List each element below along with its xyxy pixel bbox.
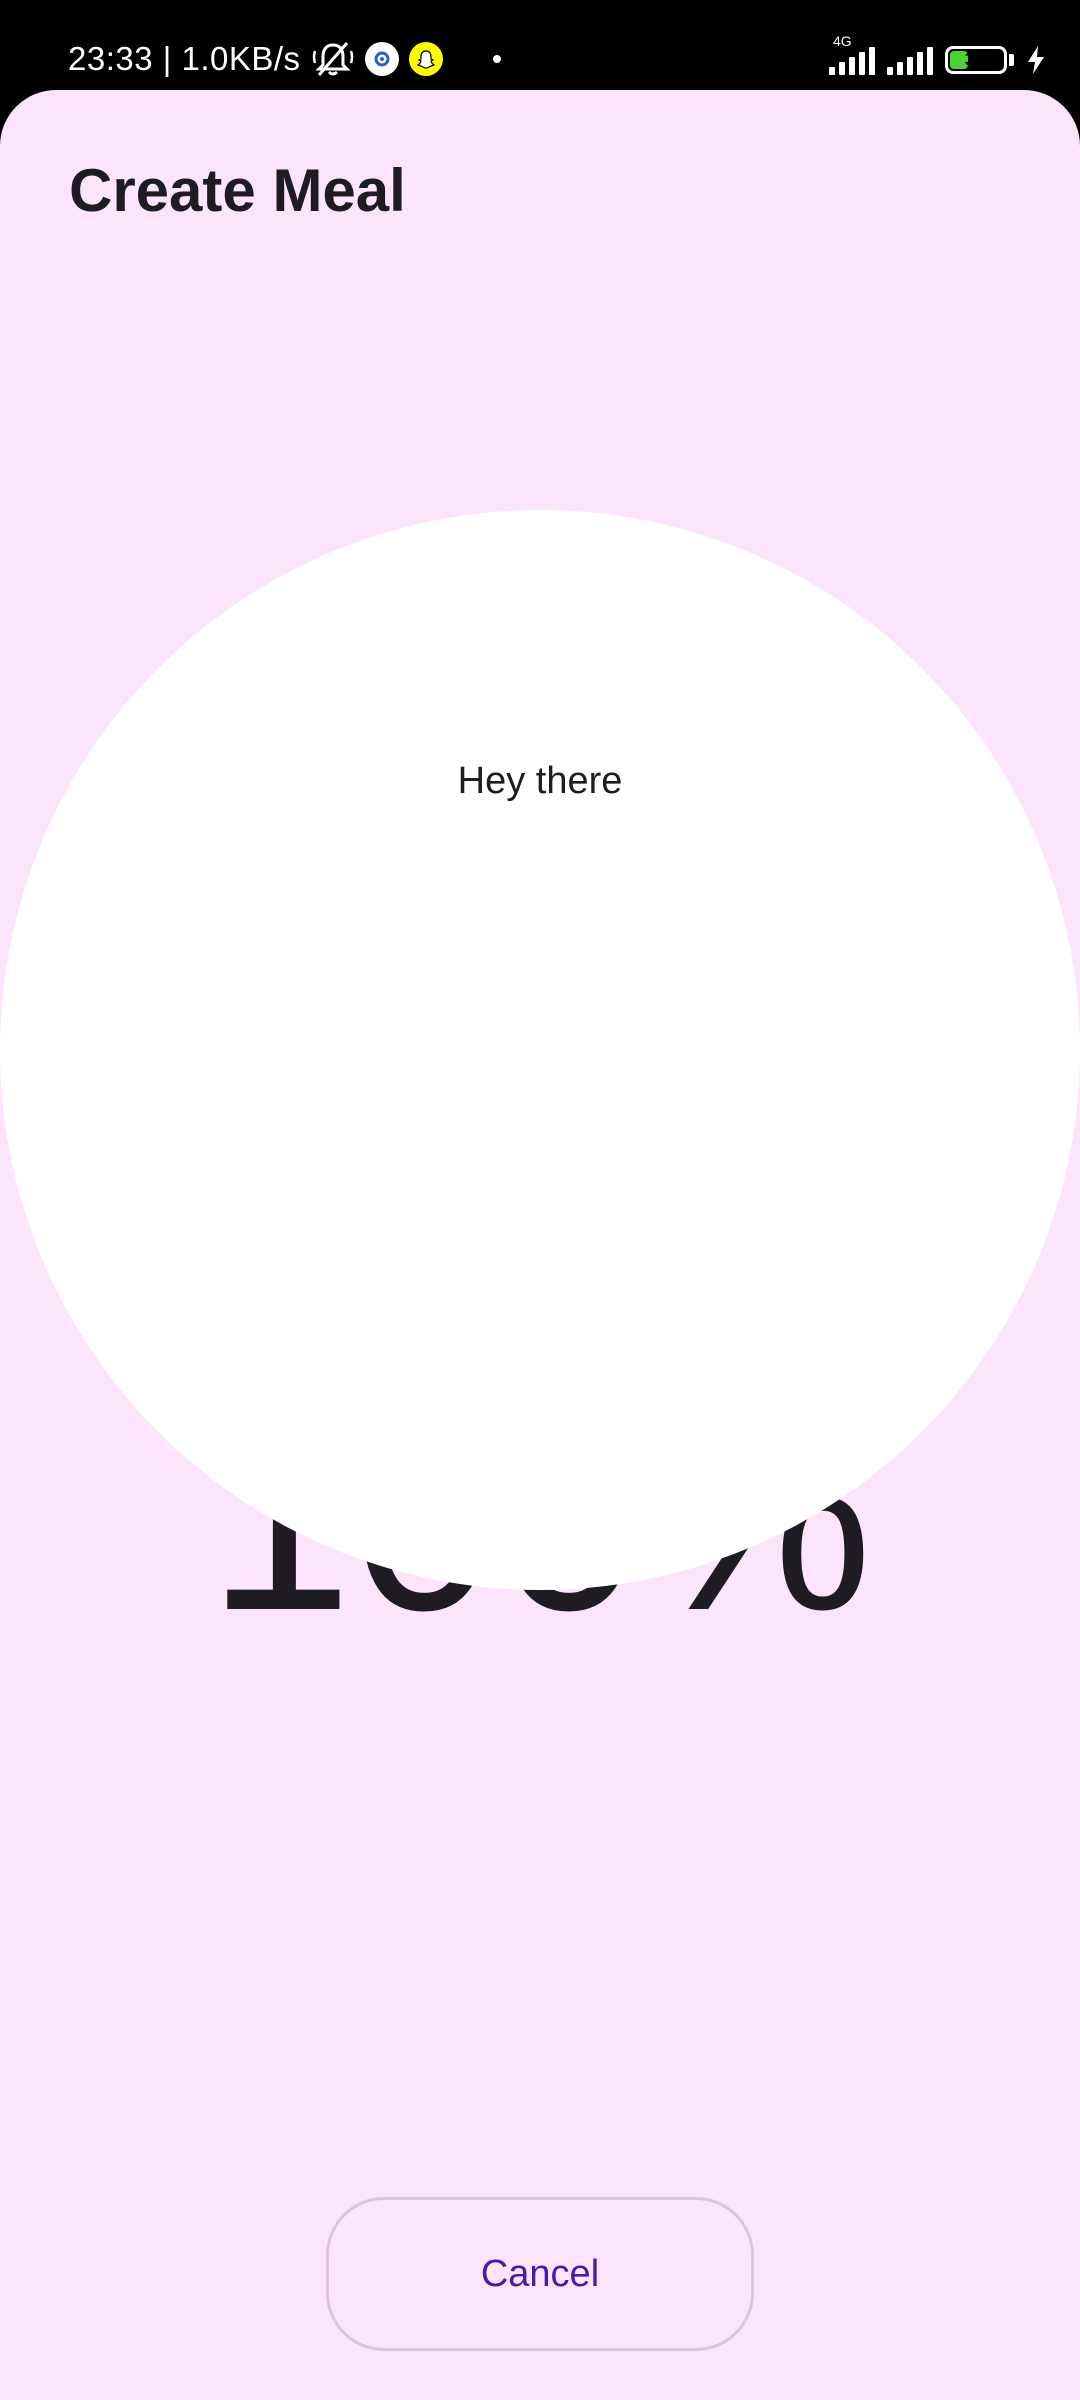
cancel-button[interactable]: Cancel <box>326 2197 754 2351</box>
signal-icon: 4G <box>829 33 875 75</box>
snapchat-icon <box>408 42 443 76</box>
battery-icon: 32 <box>945 46 1007 74</box>
mute-icon <box>311 39 355 79</box>
battery-cap <box>1009 54 1014 66</box>
circle-label: Hey there <box>457 760 623 802</box>
create-meal-sheet: Create Meal 100% Hey there Cancel <box>0 90 1080 2400</box>
status-left: 23:33 | 1.0KB/s <box>68 36 501 82</box>
notification-dot-icon <box>492 55 501 63</box>
network-type-label: 4G <box>833 33 852 49</box>
charging-icon <box>1026 45 1046 75</box>
status-bar: 23:33 | 1.0KB/s 4G 32 <box>0 0 1080 92</box>
status-time-speed: 23:33 | 1.0KB/s <box>68 40 301 77</box>
status-right: 4G 32 <box>829 33 1046 82</box>
cancel-area: Cancel <box>0 1180 1080 2351</box>
battery-level: 32 <box>964 48 988 71</box>
settings-app-icon <box>364 42 399 76</box>
signal-icon <box>887 45 933 75</box>
page-title: Create Meal <box>69 157 406 224</box>
